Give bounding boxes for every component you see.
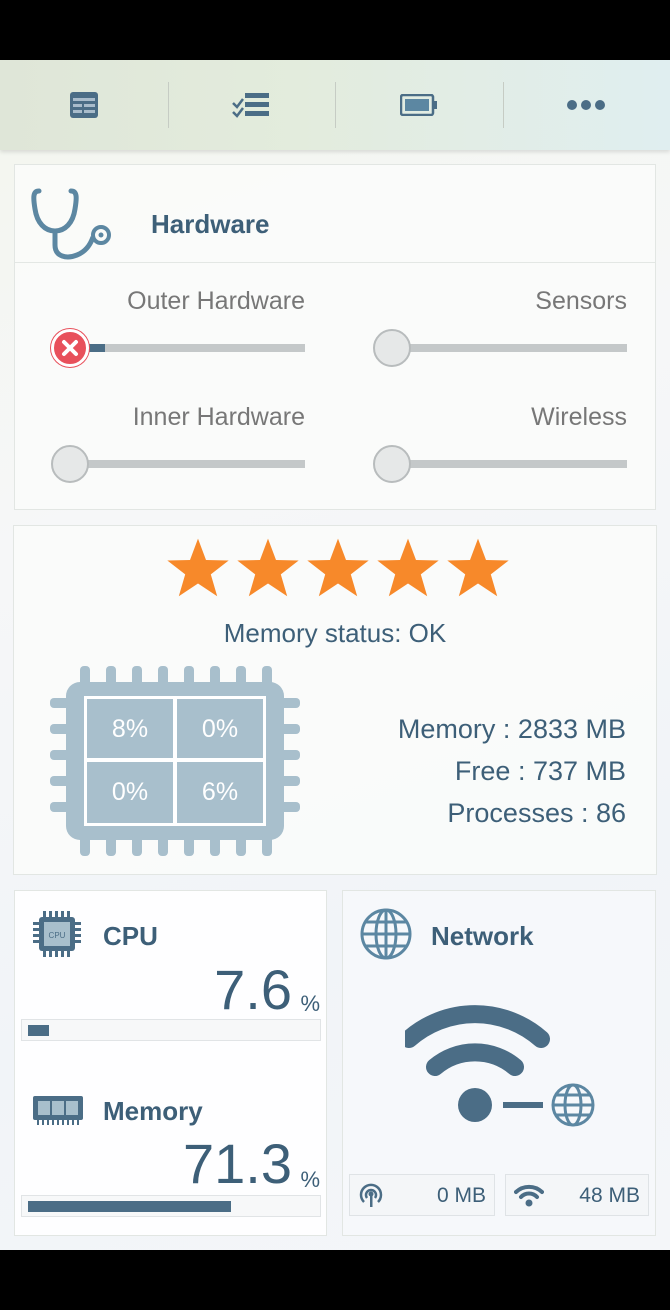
hardware-card[interactable]: Hardware Outer Hardware Sensors Inner Ha… bbox=[14, 164, 656, 510]
cpu-title: CPU bbox=[103, 921, 158, 951]
slider-sensors[interactable]: Sensors bbox=[373, 287, 627, 368]
stethoscope-icon bbox=[31, 188, 111, 260]
app-screen: Hardware Outer Hardware Sensors Inner Ha… bbox=[0, 60, 670, 1250]
cpu-progress-bar bbox=[21, 1019, 321, 1041]
close-icon bbox=[62, 340, 78, 356]
hardware-title: Hardware bbox=[151, 209, 270, 239]
core-usage: 0% bbox=[112, 778, 148, 806]
star-icon bbox=[377, 538, 439, 597]
checklist-icon bbox=[232, 93, 270, 118]
memory-status-card[interactable]: Memory status: OK 8% 0% 0% 6% Memory: 2… bbox=[13, 525, 657, 875]
star-icon bbox=[307, 538, 369, 597]
hardware-header: Hardware bbox=[15, 165, 655, 263]
memory-total: Memory : 2833 MB bbox=[397, 714, 626, 744]
slider-label: Outer Hardware bbox=[127, 287, 305, 315]
star-icon bbox=[237, 538, 299, 597]
memory-progress-bar bbox=[21, 1195, 321, 1217]
slider-label: Inner Hardware bbox=[132, 403, 305, 431]
tab-overview[interactable] bbox=[0, 60, 168, 150]
cpu-value: 7.6 bbox=[214, 958, 292, 1021]
slider-knob[interactable] bbox=[51, 445, 89, 483]
slider-outer-hardware[interactable]: Outer Hardware bbox=[51, 287, 305, 368]
cpu-memory-card[interactable]: CPU CPU 7.6 % Memory 71.3 % bbox=[14, 890, 327, 1236]
memory-module-icon bbox=[33, 1096, 83, 1125]
wifi-icon bbox=[514, 1184, 544, 1207]
system-navigation-bar bbox=[0, 1250, 670, 1310]
svg-text:CPU: CPU bbox=[49, 931, 66, 940]
battery-icon bbox=[399, 94, 437, 116]
memory-unit: % bbox=[300, 1167, 320, 1192]
wifi-data-value: 48 MB bbox=[579, 1184, 640, 1207]
globe-icon bbox=[360, 908, 412, 960]
cpu-chip-icon: CPU bbox=[33, 911, 81, 957]
wifi-connection-illustration bbox=[405, 1005, 595, 1127]
table-icon bbox=[69, 92, 98, 118]
memory-details: Memory : 2833 MB Free : 737 MB Processes… bbox=[398, 708, 626, 834]
network-card[interactable]: Network 0 MB 48 MB bbox=[342, 890, 656, 1236]
tab-battery[interactable] bbox=[335, 60, 503, 150]
error-knob[interactable] bbox=[51, 329, 89, 367]
slider-track[interactable] bbox=[69, 460, 305, 468]
more-dots-icon bbox=[567, 100, 606, 110]
cell-tower-icon bbox=[359, 1183, 383, 1207]
memory-value: 71.3 bbox=[183, 1132, 292, 1195]
cpu-cores-chip: 8% 0% 0% 6% bbox=[50, 666, 300, 861]
memory-title: Memory bbox=[103, 1096, 203, 1126]
slider-knob[interactable] bbox=[373, 445, 411, 483]
core-usage: 0% bbox=[202, 715, 238, 743]
cpu-progress-fill bbox=[28, 1025, 49, 1036]
slider-track[interactable] bbox=[391, 460, 627, 468]
mobile-data-value: 0 MB bbox=[436, 1184, 486, 1207]
slider-label: Sensors bbox=[535, 287, 627, 315]
tab-checklist[interactable] bbox=[167, 60, 336, 150]
process-count: Processes : 86 bbox=[447, 798, 626, 828]
cpu-unit: % bbox=[300, 991, 320, 1016]
network-title: Network bbox=[431, 921, 534, 951]
slider-knob[interactable] bbox=[373, 329, 411, 367]
tab-more[interactable] bbox=[502, 60, 670, 150]
core-usage: 6% bbox=[202, 778, 238, 806]
memory-progress-fill bbox=[28, 1201, 231, 1212]
slider-wireless[interactable]: Wireless bbox=[373, 403, 627, 484]
top-toolbar bbox=[0, 60, 670, 150]
memory-status-text: Memory status: OK bbox=[223, 618, 447, 648]
slider-track[interactable] bbox=[391, 344, 627, 352]
slider-label: Wireless bbox=[531, 403, 627, 431]
slider-inner-hardware[interactable]: Inner Hardware bbox=[51, 403, 305, 484]
core-usage: 8% bbox=[112, 715, 148, 743]
memory-free: Free : 737 MB bbox=[454, 756, 626, 786]
star-icon bbox=[167, 538, 229, 597]
wifi-data-box: 48 MB bbox=[505, 1174, 649, 1216]
star-icon bbox=[447, 538, 509, 597]
rating-stars bbox=[166, 536, 510, 600]
mobile-data-box: 0 MB bbox=[349, 1174, 495, 1216]
